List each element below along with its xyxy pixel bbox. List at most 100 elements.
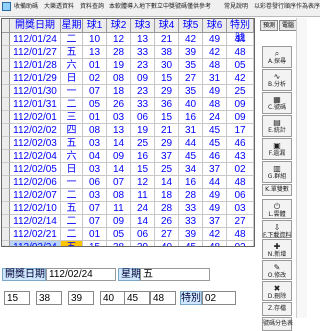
cell-date[interactable]: 112/01/31 [10, 98, 61, 111]
cell-ball[interactable]: 39 [179, 228, 203, 241]
menu-item-5[interactable]: 常見說明 [224, 2, 248, 12]
sidebar-scrollbar[interactable] [296, 18, 307, 318]
table-row[interactable]: 112/01/28 六 01 19 23 30 35 48 05 [2, 59, 254, 72]
col-header-week[interactable]: 星期 [61, 19, 83, 33]
cell-week[interactable]: 一 [61, 176, 83, 189]
cell-ball[interactable]: 28 [155, 202, 179, 215]
cell-special[interactable]: 05 [227, 59, 254, 72]
cell-ball[interactable]: 18 [155, 189, 179, 202]
cloud-button[interactable]: ⏻ L.雲體 [262, 199, 292, 219]
cell-ball[interactable]: 26 [155, 215, 179, 228]
cell-week[interactable]: 日 [61, 163, 83, 176]
cell-special[interactable]: 25 [227, 85, 254, 98]
table-row[interactable]: 112/02/04 六 04 09 16 37 45 46 43 [2, 150, 254, 163]
predict-button[interactable]: 預測 [260, 20, 278, 31]
cell-ball[interactable]: 38 [155, 46, 179, 59]
cell-ball[interactable]: 08 [107, 72, 131, 85]
row-indicator[interactable] [2, 163, 10, 176]
cell-date[interactable]: 112/02/02 [10, 124, 61, 137]
cell-date[interactable]: 112/02/03 [10, 137, 61, 150]
cell-date[interactable]: 112/01/28 [10, 59, 61, 72]
odd-even-button[interactable]: K.單雙數 [262, 184, 292, 196]
col-header-special[interactable]: 特別號 [227, 19, 254, 44]
download-button[interactable]: ⇩ F.下載資料 [262, 220, 292, 239]
cell-ball[interactable]: 31 [179, 124, 203, 137]
cell-ball[interactable]: 30 [155, 59, 179, 72]
cell-ball[interactable]: 31 [203, 72, 227, 85]
add-button[interactable]: ✚ N.新增 [262, 239, 292, 259]
table-row[interactable]: 112/02/14 二 07 09 14 26 33 37 27 [2, 215, 254, 228]
cell-special[interactable]: 27 [227, 215, 254, 228]
row-indicator[interactable] [2, 150, 10, 163]
cell-ball[interactable]: 15 [155, 111, 179, 124]
row-indicator[interactable] [2, 202, 10, 215]
cell-week[interactable]: 四 [61, 124, 83, 137]
cell-ball[interactable]: 14 [155, 176, 179, 189]
number-field-2[interactable]: 38 [36, 291, 62, 305]
cell-ball[interactable]: 28 [107, 46, 131, 59]
cell-week[interactable]: 二 [61, 98, 83, 111]
cell-ball[interactable]: 49 [203, 85, 227, 98]
cell-ball[interactable]: 49 [203, 202, 227, 215]
cell-ball[interactable]: 35 [179, 59, 203, 72]
cell-ball[interactable]: 03 [83, 189, 107, 202]
cell-special[interactable]: 48 [227, 176, 254, 189]
cell-date[interactable]: 112/01/30 [10, 85, 61, 98]
search-button[interactable]: ⌕ A.探尋 [262, 46, 292, 68]
row-indicator[interactable] [2, 215, 10, 228]
cell-ball[interactable]: 07 [107, 176, 131, 189]
menu-item-2[interactable]: 大樂透資料 [44, 2, 74, 12]
cell-ball[interactable]: 14 [107, 137, 131, 150]
cell-ball[interactable]: 05 [107, 228, 131, 241]
cell-ball[interactable]: 24 [203, 111, 227, 124]
cell-ball[interactable]: 15 [131, 163, 155, 176]
cell-week[interactable]: 五 [61, 46, 83, 59]
cell-ball[interactable]: 11 [131, 189, 155, 202]
cell-ball[interactable]: 13 [83, 46, 107, 59]
table-row[interactable]: 112/02/03 五 03 14 25 29 44 45 46 [2, 137, 254, 150]
cell-ball[interactable]: 16 [131, 150, 155, 163]
cell-ball[interactable]: 09 [107, 150, 131, 163]
color-table-button[interactable]: 號碼分色表 [262, 317, 293, 331]
cell-ball[interactable]: 45 [203, 137, 227, 150]
cell-ball[interactable]: 11 [107, 202, 131, 215]
cell-special[interactable]: 02 [227, 163, 254, 176]
cell-ball[interactable]: 13 [107, 124, 131, 137]
cell-ball[interactable]: 13 [131, 33, 155, 46]
cell-week[interactable]: 一 [61, 85, 83, 98]
row-indicator[interactable] [2, 228, 10, 241]
cell-ball[interactable]: 48 [203, 241, 227, 246]
col-header-ball2[interactable]: 球2 [107, 19, 131, 33]
table-row[interactable]: 112/02/02 四 08 13 19 21 31 45 17 [2, 124, 254, 137]
cell-date[interactable]: 112/01/24 [10, 33, 61, 46]
cell-ball[interactable]: 09 [107, 215, 131, 228]
menu-item-6[interactable]: 以彩卷發行順序作為表序號 [254, 2, 320, 12]
analysis-button[interactable]: ∿ B.分析 [262, 69, 292, 91]
row-indicator[interactable] [2, 59, 10, 72]
table-row[interactable]: 112/02/06 一 06 07 12 14 16 44 48 [2, 176, 254, 189]
cell-ball[interactable]: 33 [131, 98, 155, 111]
row-indicator[interactable] [2, 33, 10, 46]
row-indicator[interactable] [2, 72, 10, 85]
cell-ball[interactable]: 15 [83, 241, 107, 246]
cell-special[interactable]: 03 [227, 202, 254, 215]
row-indicator[interactable] [2, 111, 10, 124]
number-button[interactable]: ▦ C.號碼 [262, 92, 292, 114]
row-indicator[interactable] [2, 124, 10, 137]
row-indicator[interactable] [2, 176, 10, 189]
cell-ball[interactable]: 48 [203, 59, 227, 72]
table-row[interactable]: 112/02/01 三 01 03 06 15 16 24 09 [2, 111, 254, 124]
edit-button[interactable]: ✎ O.修改 [262, 260, 292, 280]
cell-date[interactable]: 112/02/06 [10, 176, 61, 189]
table-row[interactable]: 112/02/21 二 01 05 06 27 39 42 48 [2, 228, 254, 241]
cell-ball[interactable]: 29 [155, 85, 179, 98]
number-field-5[interactable]: 45 [124, 291, 150, 305]
cell-ball[interactable]: 07 [83, 202, 107, 215]
cell-ball[interactable]: 19 [131, 124, 155, 137]
number-field-1[interactable]: 15 [4, 291, 30, 305]
table-row[interactable]: 112/01/29 日 02 08 09 15 27 31 42 [2, 72, 254, 85]
cell-ball[interactable]: 15 [155, 72, 179, 85]
cell-ball[interactable]: 49 [203, 33, 227, 46]
row-indicator[interactable] [2, 85, 10, 98]
table-row[interactable]: ▸112/02/24五15383940454802 [2, 241, 254, 246]
